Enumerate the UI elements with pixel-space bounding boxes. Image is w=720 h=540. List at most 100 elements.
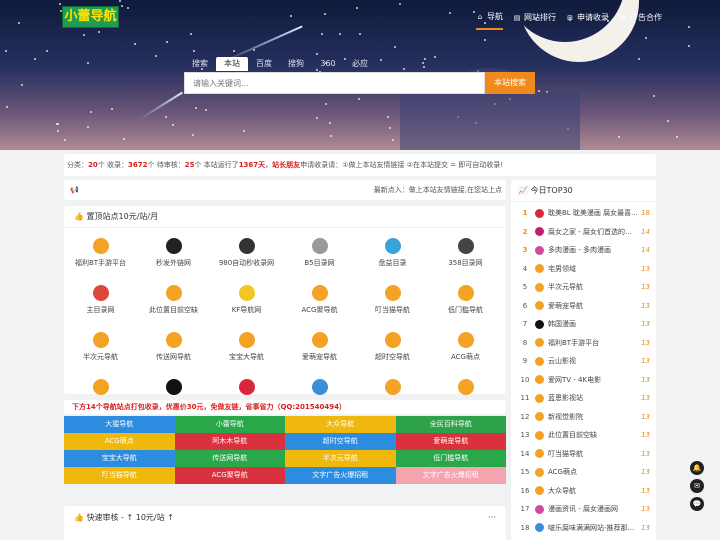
rank-number: 5 [522, 283, 528, 292]
top30-item[interactable]: 14 叮当猫导航 13 [511, 445, 656, 464]
thumb-up-icon: 👍 [74, 513, 84, 522]
top30-item[interactable]: 6 爱萌宠导航 13 [511, 297, 656, 316]
site-item[interactable]: 爱萌宠导航 [283, 326, 356, 373]
promo-link[interactable]: 文字广告火爆招租 [395, 467, 506, 484]
top30-item[interactable]: 1 耽美BL 耽美漫画 腐女最喜... 18 [511, 204, 656, 223]
star [253, 49, 256, 51]
top30-name: 啵乐腐味满满网站-推荐那... [548, 523, 635, 532]
site-item[interactable]: KF导航网 [210, 279, 283, 326]
star [434, 56, 437, 59]
top30-item[interactable]: 11 蓝恩影视站 13 [511, 389, 656, 408]
top30-item[interactable]: 7 韩国漫画 13 [511, 315, 656, 334]
tab-search[interactable]: 搜索 [184, 57, 216, 71]
top30-item[interactable]: 16 大众导航 13 [511, 482, 656, 501]
top30-item[interactable]: 2 腐女之家 - 腐女们首选的汁... 14 [511, 223, 656, 242]
promo-link[interactable]: 半次元导航 [285, 450, 396, 467]
top30-item[interactable]: 9 云山影视 13 [511, 352, 656, 371]
promo-link[interactable]: 文字广告火爆招租 [285, 467, 396, 484]
star [204, 109, 207, 112]
panel-title: 👍 快速审核 - ↑ 10元/站 ↑ ··· [64, 506, 506, 530]
tab-360[interactable]: 360 [312, 57, 344, 71]
promo-link[interactable]: 传送网导航 [174, 450, 285, 467]
visit-count: 13 [641, 283, 650, 292]
site-item[interactable]: 福利BT手游平台 [64, 232, 137, 279]
notice-bar: 📢 最新点入：做上本站友情链接,在您站上点 [64, 180, 506, 200]
rank-number: 9 [522, 357, 528, 366]
search-button[interactable]: 本站搜索 [485, 72, 535, 94]
tab-bing[interactable]: 必应 [344, 57, 376, 71]
promo-link[interactable]: 大猩导航 [64, 416, 175, 433]
stats-friends-link[interactable]: 站长朋友 [272, 161, 300, 169]
rank-number: 11 [520, 394, 530, 403]
top30-item[interactable]: 8 福利BT手游平台 13 [511, 334, 656, 353]
top30-item[interactable]: 4 宅男领域 13 [511, 260, 656, 279]
mail-icon[interactable]: ✉ [690, 479, 704, 493]
tab-baidu[interactable]: 百度 [248, 57, 280, 71]
chat-icon[interactable]: 💬 [690, 497, 704, 511]
site-item[interactable]: ACG聚导航 [283, 279, 356, 326]
bell-icon[interactable]: 🔔 [690, 461, 704, 475]
promo-link[interactable]: ACG聚导航 [174, 467, 285, 484]
top30-item[interactable]: 15 ACG萌点 13 [511, 463, 656, 482]
nav-item-ads[interactable]: ☏ 广告合作 [619, 11, 662, 30]
nav-item-ranking[interactable]: ▤ 网站排行 [513, 11, 556, 30]
site-item[interactable]: 宝宝大导航 [210, 326, 283, 373]
search-input[interactable] [185, 73, 484, 93]
star [194, 107, 197, 110]
star [64, 138, 67, 141]
tab-site[interactable]: 本站 [216, 57, 248, 71]
site-item[interactable]: B5目录网 [283, 232, 356, 279]
promo-link[interactable]: 阿木木导航 [174, 433, 285, 450]
top30-title: 今日TOP30 [530, 186, 573, 195]
site-item[interactable]: 此位置目前空缺 [137, 279, 210, 326]
site-item[interactable]: ACG萌点 [429, 326, 502, 373]
promo-link[interactable]: 宝宝大导航 [64, 450, 175, 467]
notice-text[interactable]: 最新点入：做上本站友情链接,在您站上点 [374, 180, 502, 200]
promo-link[interactable]: 低门槛导航 [395, 450, 506, 467]
top30-item[interactable]: 3 多肉漫画 - 多肉漫画 14 [511, 241, 656, 260]
site-item[interactable]: 超时空导航 [356, 326, 429, 373]
promo-link[interactable]: 大众导航 [285, 416, 396, 433]
site-item[interactable]: 980自动秒收录网 [210, 232, 283, 279]
tab-sogou[interactable]: 搜狗 [280, 57, 312, 71]
top30-item[interactable]: 17 漫画资讯 - 腐女漫画网 13 [511, 500, 656, 519]
site-item[interactable]: 叮当猫导航 [356, 279, 429, 326]
star [667, 120, 670, 123]
nav-item-home[interactable]: ⌂ 导航 [476, 11, 503, 30]
promo-link[interactable]: 超时空导航 [285, 433, 396, 450]
pinned-grid: 福利BT手游平台 秒发外链网 980自动秒收录网 B5目录网 盘益目录 358目录网主目录… [64, 228, 506, 420]
star [46, 49, 49, 52]
star [83, 34, 86, 37]
top30-item[interactable]: 12 新视觉影院 13 [511, 408, 656, 427]
rank-number: 7 [522, 320, 528, 329]
top30-item[interactable]: 5 半次元导航 13 [511, 278, 656, 297]
nav-item-submit[interactable]: ⊞ 申请收录 [566, 11, 609, 30]
site-item[interactable]: 358目录网 [429, 232, 502, 279]
quick-title: 快速审核 - ↑ 10元/站 ↑ [86, 513, 174, 522]
top30-item[interactable]: 18 啵乐腐味满满网站-推荐那... 13 [511, 519, 656, 538]
site-item[interactable]: 秒发外链网 [137, 232, 210, 279]
top30-item[interactable]: 10 爱网TV - 4K电影 13 [511, 371, 656, 390]
top30-name: 多肉漫画 - 多肉漫画 [548, 246, 611, 255]
site-logo[interactable]: 小蕾导航 [62, 6, 119, 28]
promo-link[interactable]: 叮当猫导航 [64, 467, 175, 484]
site-item[interactable]: 低门槛导航 [429, 279, 502, 326]
visit-count: 13 [641, 449, 650, 458]
star [5, 50, 8, 53]
star [618, 135, 621, 138]
site-item[interactable]: 盘益目录 [356, 232, 429, 279]
star [192, 133, 195, 136]
top30-name: ACG萌点 [548, 468, 577, 477]
star [21, 84, 24, 87]
site-item[interactable]: 半次元导航 [64, 326, 137, 373]
top30-name: 大众导航 [548, 486, 576, 495]
site-item[interactable]: 传送网导航 [137, 326, 210, 373]
more-icon[interactable]: ··· [488, 506, 496, 530]
promo-link[interactable]: ACG萌点 [64, 433, 175, 450]
site-item[interactable]: 主目录网 [64, 279, 137, 326]
promo-link[interactable]: 爱萌宠导航 [395, 433, 506, 450]
promo-link[interactable]: 全民百科导航 [395, 416, 506, 433]
top30-item[interactable]: 13 此位置目前空缺 13 [511, 426, 656, 445]
site-label: 半次元导航 [83, 353, 118, 361]
promo-link[interactable]: 小蕾导航 [174, 416, 285, 433]
